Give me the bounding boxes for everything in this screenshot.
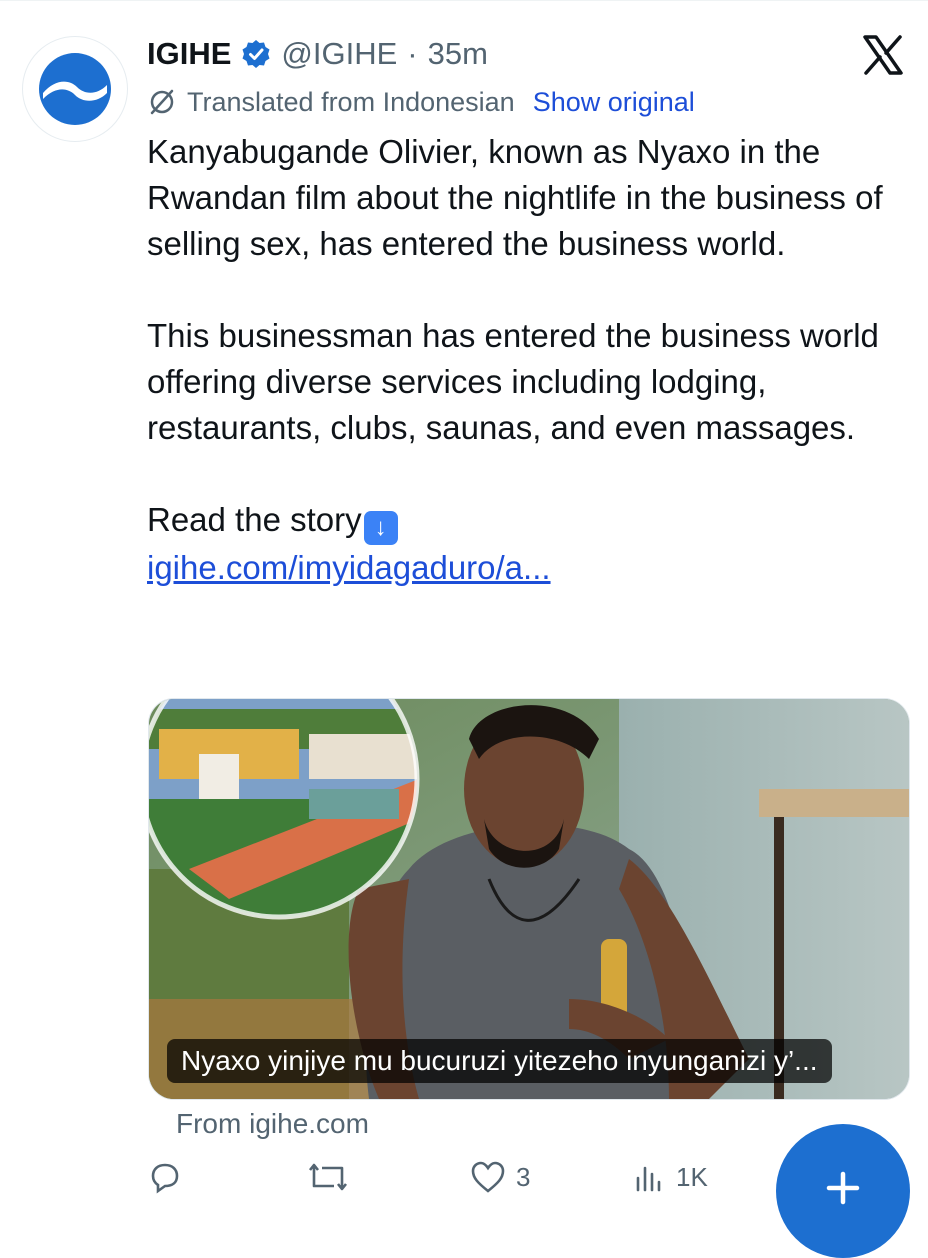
author-handle[interactable]: @IGIHE (281, 36, 397, 72)
timestamp[interactable]: 35m (428, 36, 488, 72)
separator-dot: · (407, 36, 418, 71)
reply-button[interactable] (148, 1160, 192, 1194)
tweet-paragraph-2: This businessman has entered the busines… (147, 317, 879, 446)
like-count: 3 (516, 1161, 531, 1192)
x-logo-icon[interactable] (862, 34, 904, 76)
card-source[interactable]: From igihe.com (176, 1108, 369, 1140)
like-button[interactable]: 3 (470, 1160, 530, 1194)
tweet-text: Kanyabugande Olivier, known as Nyaxo in … (147, 129, 887, 591)
views-count: 1K (676, 1161, 708, 1192)
translation-notice: Translated from Indonesian Show original (147, 82, 695, 122)
link-preview-card[interactable]: Nyaxo yinjiye mu bucuruzi yitezeho inyun… (148, 698, 910, 1100)
down-arrow-emoji-icon: ↓ (363, 511, 398, 545)
action-bar: 3 1K (148, 1160, 768, 1200)
story-link[interactable]: igihe.com/imyidagaduro/a... (147, 549, 551, 586)
igihe-logo-icon (39, 53, 111, 125)
translated-label: Translated from Indonesian (187, 86, 515, 117)
compose-button[interactable] (776, 1124, 910, 1258)
tweet-paragraph-1: Kanyabugande Olivier, known as Nyaxo in … (147, 133, 883, 262)
read-story-text: Read the story (147, 501, 362, 538)
avatar[interactable] (22, 36, 128, 142)
views-icon (636, 1166, 661, 1192)
author-name[interactable]: IGIHE (147, 36, 231, 72)
top-edge (0, 0, 928, 9)
retweet-icon (308, 1163, 348, 1191)
show-original-link[interactable]: Show original (533, 87, 695, 118)
card-caption: Nyaxo yinjiye mu bucuruzi yitezeho inyun… (167, 1039, 832, 1083)
retweet-button[interactable] (308, 1160, 358, 1194)
views-button[interactable]: 1K (632, 1160, 708, 1194)
tweet-header: IGIHE @IGIHE · 35m (147, 30, 488, 78)
translate-icon (150, 89, 174, 115)
like-icon (471, 1161, 505, 1193)
read-story-line: Read the story ↓ (147, 497, 887, 545)
reply-icon (151, 1163, 179, 1194)
verified-badge-icon (241, 39, 271, 69)
compose-plus-icon (826, 1171, 860, 1205)
